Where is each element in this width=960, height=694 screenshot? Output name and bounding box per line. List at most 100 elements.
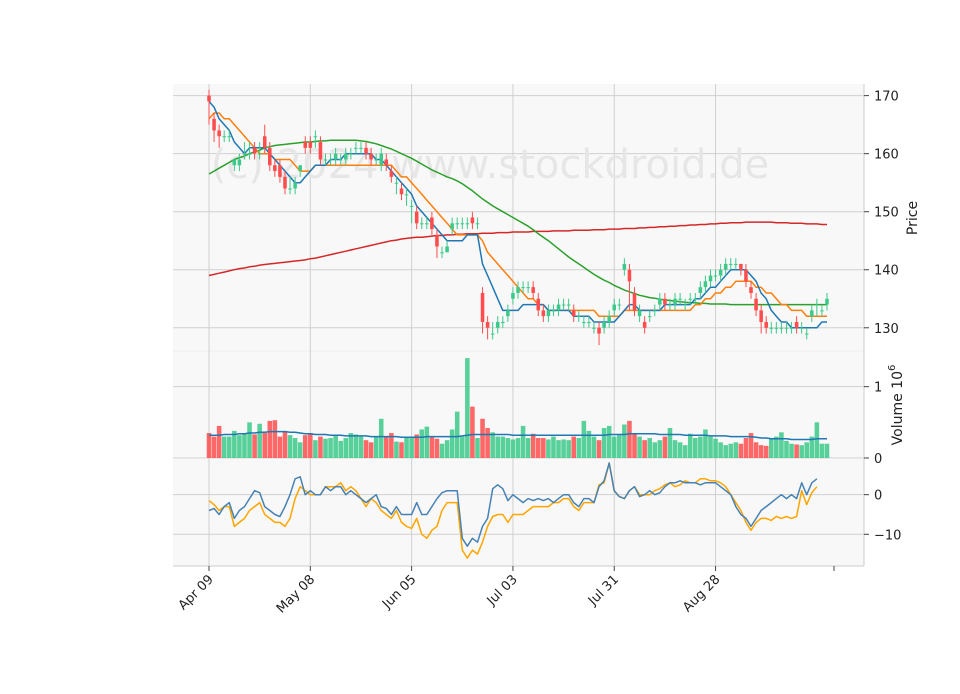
candle-body: [647, 316, 652, 318]
candle-body: [394, 182, 399, 184]
volume-bar: [535, 438, 541, 458]
volume-bar: [682, 445, 688, 458]
volume-bar: [221, 436, 227, 458]
volume-bar: [211, 436, 217, 458]
candle-body: [556, 304, 561, 311]
volume-bar: [672, 440, 678, 458]
candle-body: [668, 304, 672, 306]
volume-bar: [424, 426, 430, 458]
candle-body: [374, 159, 378, 161]
volume-bar: [505, 438, 511, 458]
candle-body: [242, 153, 247, 155]
volume-bar: [348, 433, 354, 458]
volume-bar: [774, 436, 779, 458]
candle-body: [414, 211, 419, 224]
volume-bar: [252, 434, 257, 458]
volume-bar: [495, 436, 501, 458]
volume-bar: [804, 442, 810, 458]
volume-bar: [323, 438, 328, 458]
volume-bar: [302, 435, 308, 458]
candle-body: [460, 223, 465, 225]
candle-body: [617, 304, 622, 306]
volume-bar: [581, 420, 587, 458]
candle-body: [338, 159, 343, 161]
candle-body: [465, 223, 470, 225]
candle-body: [541, 310, 546, 317]
candle-body: [506, 310, 510, 317]
candle-body: [288, 188, 292, 190]
candle-body: [536, 298, 541, 311]
candle-body: [794, 321, 799, 328]
candle-body: [257, 153, 262, 155]
candle-body: [627, 269, 632, 282]
volume-bar: [687, 433, 693, 458]
candle-body: [333, 153, 338, 160]
candle-body: [359, 147, 363, 149]
candle-body: [728, 263, 733, 265]
volume-bar: [510, 439, 516, 458]
volume-bar: [693, 438, 698, 458]
volume-multiplier: 10: [890, 371, 906, 389]
x-tick-label: Jun 05: [379, 572, 419, 612]
candle-body: [440, 252, 444, 254]
candle-body: [587, 321, 591, 323]
candle-body: [632, 292, 637, 311]
volume-1-tick-label: 1: [874, 381, 882, 396]
candle-body: [217, 130, 221, 137]
volume-bar: [819, 443, 825, 458]
candle-body: [561, 304, 566, 306]
volume-bar: [338, 440, 343, 458]
volume-bar: [404, 436, 409, 458]
price-150-tick-label: 150: [874, 206, 899, 221]
candle-body: [804, 333, 809, 335]
volume-bar: [378, 418, 384, 458]
candle-body: [663, 298, 667, 305]
candle-body: [815, 304, 819, 306]
candle-body: [764, 321, 768, 328]
candle-body: [693, 298, 698, 300]
candle-body: [303, 142, 308, 148]
volume-bar: [459, 436, 465, 458]
candle-body: [328, 159, 333, 161]
candle-body: [779, 327, 784, 329]
volume-bar: [779, 432, 784, 458]
candle-body: [384, 159, 389, 166]
candle-body: [445, 246, 449, 253]
volume-bar: [794, 444, 799, 458]
price-130-tick-label: 130: [874, 322, 899, 337]
candle-body: [577, 316, 581, 318]
candle-body: [820, 310, 824, 312]
volume-bar: [763, 445, 769, 458]
volume-bar: [743, 438, 749, 458]
volume-bar: [611, 436, 617, 458]
candle-body: [612, 304, 617, 311]
y-axis-ticks: 170 160 150 140 130 1 0 0 −10: [864, 90, 901, 543]
volume-bar: [318, 436, 323, 458]
volume-bar: [551, 436, 556, 458]
candle-body: [718, 269, 723, 276]
candle-body: [526, 287, 530, 289]
volume-bar: [328, 438, 333, 458]
candle-body: [470, 217, 475, 224]
candle-body: [511, 292, 515, 299]
candle-body: [531, 287, 535, 293]
volume-bar: [343, 438, 349, 458]
candle-body: [298, 165, 302, 172]
candle-body: [708, 275, 713, 282]
candle-body: [490, 333, 495, 335]
candle-body: [784, 327, 789, 329]
candle-body: [283, 176, 287, 189]
volume-bar: [698, 436, 703, 458]
candle-body: [409, 205, 414, 207]
volume-bar: [647, 438, 652, 458]
x-tick-label: Jul 03: [484, 572, 521, 609]
volume-bar: [784, 440, 789, 458]
candle-body: [749, 287, 753, 293]
candle-body: [652, 310, 657, 312]
candle-body: [222, 136, 226, 138]
volume-bar: [824, 443, 830, 458]
volume-bar: [708, 436, 713, 458]
candle-body: [268, 147, 272, 166]
volume-bar: [723, 445, 728, 458]
candle-body: [435, 234, 439, 247]
